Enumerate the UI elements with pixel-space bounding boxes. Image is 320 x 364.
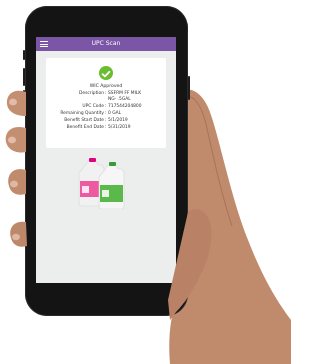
hand-fingers-image: [5, 90, 212, 320]
scene: UPC Scan WIC Approved Description : SSFR…: [0, 0, 291, 364]
